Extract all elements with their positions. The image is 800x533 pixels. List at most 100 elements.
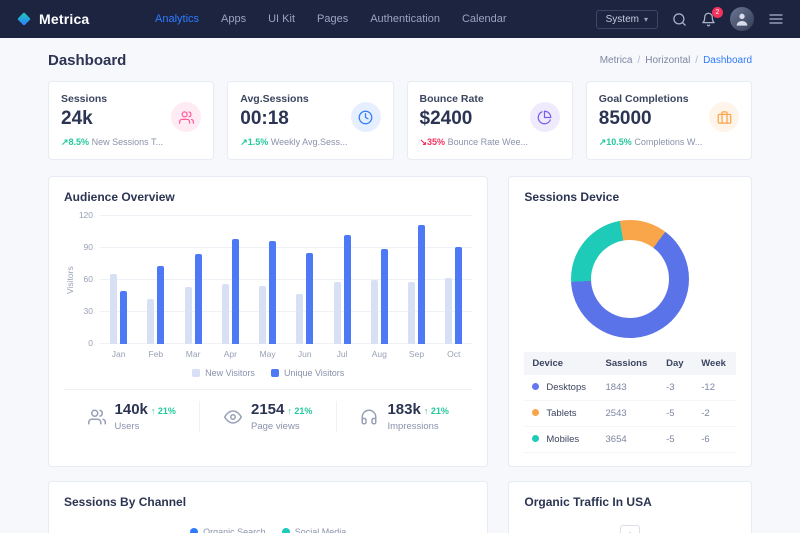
summary-trend: ↑ 21% [424,406,449,416]
summary-label: Users [115,421,176,432]
bar-chart-legend: New Visitors Unique Visitors [64,368,472,378]
device-sessions-cell: 1843 [598,375,659,401]
briefcase-icon [717,110,732,125]
stat-icon-circle [709,102,739,132]
donut-chart [524,220,736,338]
hamburger-menu-icon [768,11,784,27]
breadcrumb-item-horizontal[interactable]: Horizontal [645,55,690,66]
stat-card-bounce-rate: Bounce Rate$2400↘35% Bounce Rate Wee... [407,81,573,160]
nav-item-authentication[interactable]: Authentication [359,7,451,31]
y-tick-label: 0 [88,338,93,348]
stat-trend: ↗1.5% Weekly Avg.Sess... [240,137,380,148]
x-tick-label: Feb [137,349,174,359]
device-table-header-device: Device [524,352,597,375]
map-zoom-in-button[interactable]: + [620,525,640,533]
breadcrumb-item-dashboard[interactable]: Dashboard [703,55,752,66]
stat-trend: ↘35% Bounce Rate Wee... [420,137,560,148]
x-tick-label: Jan [100,349,137,359]
stat-trend: ↗10.5% Completions W... [599,137,739,148]
organic-traffic-title: Organic Traffic In USA [524,495,736,509]
notifications-button[interactable]: 2 [701,12,716,27]
stat-trend-text: Completions W... [634,137,702,147]
x-axis-labels: JanFebMarAprMayJunJulAugSepOct [100,349,472,359]
device-table: DeviceSassionsDayWeek Desktops1843-3-12T… [524,352,736,453]
device-table-header-week: Week [693,352,736,375]
channel-legend: Organic Search Social Media [64,527,472,533]
menu-toggle[interactable] [768,11,784,27]
system-dropdown-label: System [606,14,639,25]
device-table-head: DeviceSassionsDayWeek [524,352,736,375]
pie-icon [537,110,552,125]
breadcrumb-item-metrica[interactable]: Metrica [600,55,633,66]
clock-icon [358,110,373,125]
stat-cards-row: Sessions24k↗8.5% New Sessions T...Avg.Se… [48,81,752,160]
summary-stat-users: 140k↑ 21% Users [64,401,199,432]
search-button[interactable] [672,12,687,27]
x-tick-label: Jun [286,349,323,359]
main-row: Audience Overview Visitors 0306090120 Ja… [48,176,752,467]
summary-icon-wrap [88,408,106,426]
device-day-cell: -5 [658,401,693,427]
audience-overview-card: Audience Overview Visitors 0306090120 Ja… [48,176,488,467]
legend-item-social-media[interactable]: Social Media [282,527,347,533]
brand-diamond-icon [16,11,32,27]
legend-item-organic-search[interactable]: Organic Search [190,527,266,533]
x-tick-label: Aug [361,349,398,359]
device-color-dot [532,383,539,390]
summary-stat-impressions: 183k↑ 21%Impressions [336,401,472,432]
device-name-cell: Mobiles [524,427,597,453]
bar-new-visitors [371,280,378,344]
x-tick-label: Mar [174,349,211,359]
audience-overview-title: Audience Overview [64,190,472,204]
bar-new-visitors [110,274,117,344]
device-table-row-desktops: Desktops1843-3-12 [524,375,736,401]
eye-icon [224,408,242,426]
bar-new-visitors [296,294,303,344]
legend-item-new-visitors[interactable]: New Visitors [192,368,255,378]
app-root: Metrica AnalyticsAppsUI KitPagesAuthenti… [0,0,800,533]
device-name-cell: Desktops [524,375,597,401]
bar-new-visitors [185,287,192,344]
device-name-cell: Tablets [524,401,597,427]
bar-unique-visitors [381,249,388,344]
nav-item-ui-kit[interactable]: UI Kit [257,7,306,31]
summary-value: 140k [115,401,148,418]
x-tick-label: Sep [398,349,435,359]
nav-item-pages[interactable]: Pages [306,7,359,31]
stat-card-sessions: Sessions24k↗8.5% New Sessions T... [48,81,214,160]
notification-badge: 2 [712,7,723,18]
nav-item-analytics[interactable]: Analytics [144,7,210,31]
device-day-cell: -5 [658,427,693,453]
nav-item-apps[interactable]: Apps [210,7,257,31]
summary-trend: ↑ 21% [287,406,312,416]
bar-group-mar [174,216,211,344]
device-table-row-mobiles: Mobiles3654-5-6 [524,427,736,453]
brand-logo[interactable]: Metrica [16,11,144,27]
y-axis: 0306090120 [76,216,100,344]
breadcrumb-separator: / [695,55,698,66]
summary-trend: ↑ 21% [151,406,176,416]
device-sessions-cell: 3654 [598,427,659,453]
stat-trend: ↗8.5% New Sessions T... [61,137,201,148]
system-dropdown[interactable]: System ▾ [596,10,658,29]
bar-group-oct [435,216,472,344]
donut-ring [571,220,689,338]
y-axis-title: Visitors [64,216,76,344]
chevron-down-icon: ▾ [644,15,648,24]
bar-unique-visitors [232,239,239,344]
bar-group-feb [137,216,174,344]
brand-name: Metrica [39,11,89,27]
legend-item-unique-visitors[interactable]: Unique Visitors [271,368,344,378]
summary-icon-wrap [360,408,378,426]
topbar: Metrica AnalyticsAppsUI KitPagesAuthenti… [0,0,800,38]
sessions-by-channel-title: Sessions By Channel [64,495,472,509]
breadcrumb: Metrica / Horizontal / Dashboard [600,55,752,66]
avatar[interactable] [730,7,754,31]
y-tick-label: 60 [84,274,93,284]
legend-swatch [271,369,279,377]
summary-icon-wrap [224,408,242,426]
breadcrumb-separator: / [637,55,640,66]
person-icon [734,11,750,27]
page-title: Dashboard [48,52,126,69]
nav-item-calendar[interactable]: Calendar [451,7,518,31]
